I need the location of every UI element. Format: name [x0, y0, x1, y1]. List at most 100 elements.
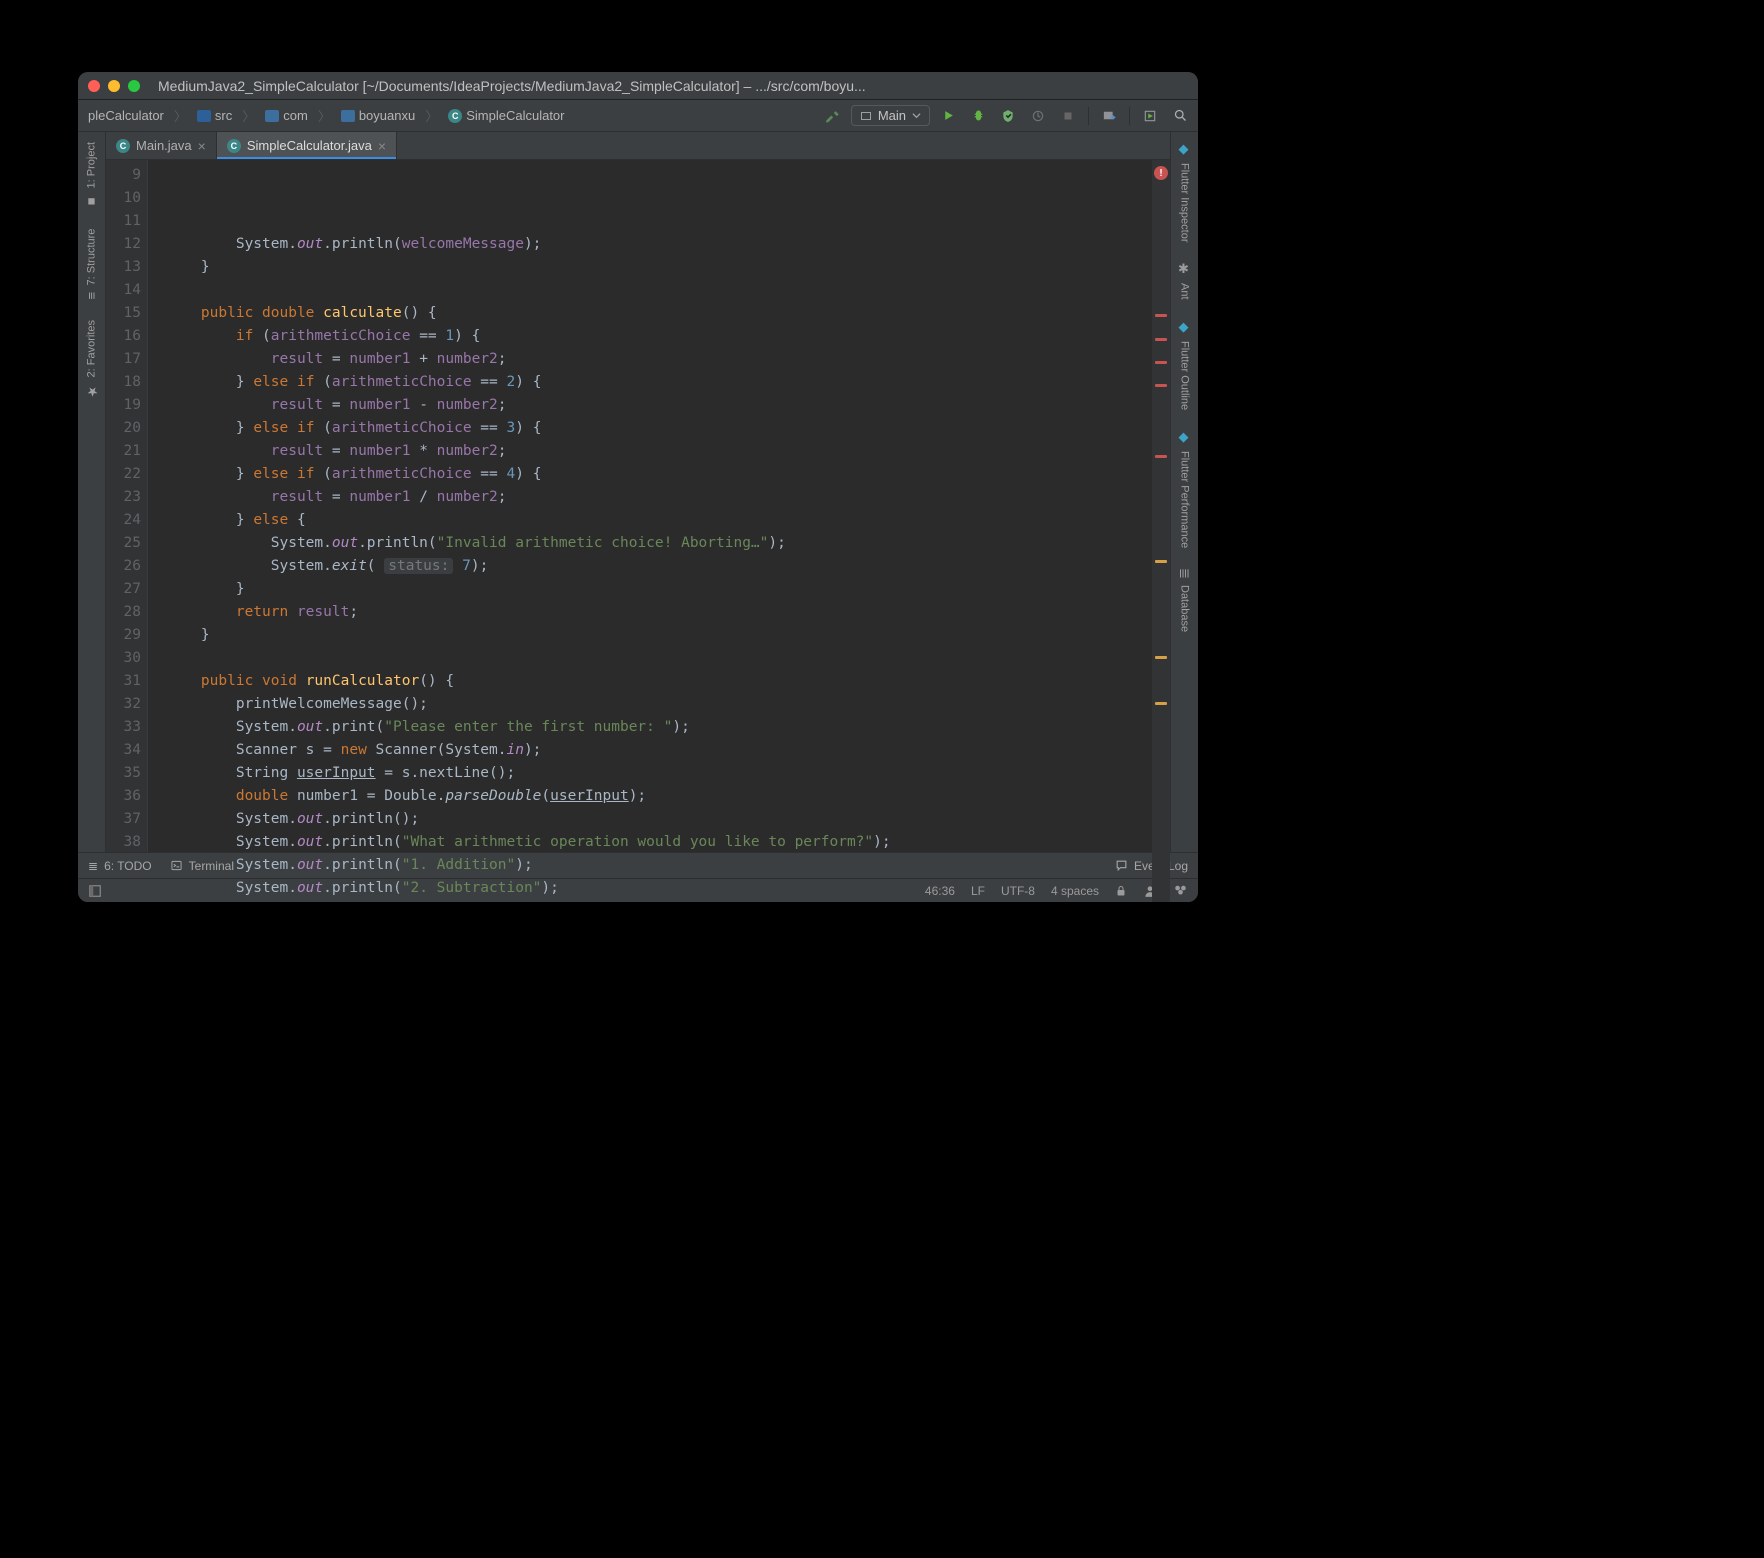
build-icon[interactable] [821, 104, 845, 128]
tool-window-button[interactable]: ★2: Favorites [80, 310, 103, 408]
todo-toolwindow-button[interactable]: ≣ 6: TODO [88, 859, 152, 873]
tool-window-button[interactable]: ◆Flutter Performance [1173, 420, 1196, 558]
error-mark[interactable] [1155, 455, 1167, 458]
class-icon: C [448, 109, 462, 123]
tool-window-button[interactable]: ◆Flutter Inspector [1173, 132, 1196, 252]
tool-window-button[interactable]: ✱Ant [1173, 252, 1196, 310]
code-line[interactable]: result = number1 + number2; [166, 348, 1138, 371]
code-line[interactable]: } else if (arithmeticChoice == 4) { [166, 463, 1138, 486]
code-line[interactable]: } else if (arithmeticChoice == 2) { [166, 371, 1138, 394]
editor-tab[interactable]: CMain.java× [106, 132, 217, 159]
code-line[interactable]: System.out.println("Invalid arithmetic c… [166, 532, 1138, 555]
tab-label: Main.java [136, 138, 192, 153]
code-line[interactable]: Scanner s = new Scanner(System.in); [166, 739, 1138, 762]
tool-label: Flutter Outline [1179, 341, 1191, 410]
code-line[interactable] [166, 647, 1138, 670]
chevron-down-icon [912, 111, 921, 120]
code-line[interactable]: result = number1 / number2; [166, 486, 1138, 509]
line-gutter: 9101112131415161718192021222324252627282… [106, 160, 148, 902]
line-number: 38 [106, 831, 141, 854]
code-line[interactable]: System.out.println("1. Addition"); [166, 854, 1138, 877]
ide-settings-icon[interactable] [1138, 104, 1162, 128]
tool-label: 2: Favorites [86, 320, 98, 377]
code-line[interactable]: return result; [166, 601, 1138, 624]
code-line[interactable]: } else if (arithmeticChoice == 3) { [166, 417, 1138, 440]
coverage-icon[interactable] [996, 104, 1020, 128]
profile-icon[interactable] [1026, 104, 1050, 128]
code-content[interactable]: System.out.println(welcomeMessage); } pu… [148, 160, 1152, 902]
close-icon[interactable] [88, 80, 100, 92]
code-line[interactable]: } else { [166, 509, 1138, 532]
breadcrumb-item[interactable]: com [259, 106, 314, 125]
close-icon[interactable]: × [378, 138, 386, 154]
run-icon[interactable] [936, 104, 960, 128]
breadcrumb-label: SimpleCalculator [466, 108, 564, 123]
line-number: 21 [106, 440, 141, 463]
breadcrumb-label: pleCalculator [88, 108, 164, 123]
breadcrumb-item[interactable]: C SimpleCalculator [442, 106, 570, 125]
maximize-icon[interactable] [128, 80, 140, 92]
code-line[interactable]: result = number1 - number2; [166, 394, 1138, 417]
code-line[interactable]: } [166, 256, 1138, 279]
line-number: 37 [106, 808, 141, 831]
tool-icon: ◆ [1177, 430, 1192, 445]
code-line[interactable]: } [166, 624, 1138, 647]
minimize-icon[interactable] [108, 80, 120, 92]
analysis-error-icon[interactable]: ! [1154, 166, 1168, 180]
tool-window-quick-access-icon[interactable] [88, 884, 102, 898]
code-line[interactable]: String userInput = s.nextLine(); [166, 762, 1138, 785]
error-mark[interactable] [1155, 314, 1167, 317]
tool-window-button[interactable]: ■1: Project [80, 132, 103, 219]
tool-window-button[interactable]: ◆Flutter Outline [1173, 310, 1196, 420]
error-mark[interactable] [1155, 338, 1167, 341]
folder-icon [265, 110, 279, 122]
tool-icon: ✱ [1177, 262, 1192, 277]
update-project-icon[interactable] [1097, 104, 1121, 128]
search-everywhere-icon[interactable] [1168, 104, 1192, 128]
editor-area: CMain.java×CSimpleCalculator.java× 91011… [106, 132, 1170, 902]
stop-icon[interactable] [1056, 104, 1080, 128]
editor-tabs: CMain.java×CSimpleCalculator.java× [106, 132, 1170, 160]
code-line[interactable]: System.out.println("2. Subtraction"); [166, 877, 1138, 900]
code-line[interactable]: if (arithmeticChoice == 1) { [166, 325, 1138, 348]
warning-mark[interactable] [1155, 656, 1167, 659]
tool-label: 1: Project [86, 142, 98, 188]
run-config-selector[interactable]: Main [851, 105, 930, 126]
debug-icon[interactable] [966, 104, 990, 128]
tool-icon: ◆ [1177, 142, 1192, 157]
code-line[interactable]: System.out.println(); [166, 808, 1138, 831]
code-line[interactable]: double number1 = Double.parseDouble(user… [166, 785, 1138, 808]
editor-tab[interactable]: CSimpleCalculator.java× [217, 132, 397, 159]
warning-mark[interactable] [1155, 560, 1167, 563]
error-mark[interactable] [1155, 361, 1167, 364]
code-line[interactable]: System.out.print("Please enter the first… [166, 716, 1138, 739]
breadcrumb-item[interactable]: boyuanxu [335, 106, 421, 125]
warning-mark[interactable] [1155, 702, 1167, 705]
code-line[interactable]: public void runCalculator() { [166, 670, 1138, 693]
code-line[interactable]: printWelcomeMessage(); [166, 693, 1138, 716]
line-number: 17 [106, 348, 141, 371]
code-line[interactable]: System.out.println("3. Multiplication"); [166, 900, 1138, 902]
code-line[interactable]: result = number1 * number2; [166, 440, 1138, 463]
line-number: 18 [106, 371, 141, 394]
ide-window: MediumJava2_SimpleCalculator [~/Document… [78, 72, 1198, 902]
code-line[interactable]: System.out.println("What arithmetic oper… [166, 831, 1138, 854]
tool-window-button[interactable]: ≡7: Structure [80, 219, 103, 309]
code-line[interactable] [166, 279, 1138, 302]
code-line[interactable]: } [166, 578, 1138, 601]
class-icon: C [227, 139, 241, 153]
error-mark[interactable] [1155, 384, 1167, 387]
code-line[interactable]: System.out.println(welcomeMessage); [166, 233, 1138, 256]
error-stripe[interactable]: ! [1152, 160, 1170, 902]
breadcrumb-label: src [215, 108, 232, 123]
tool-window-button[interactable]: ≣Database [1173, 558, 1196, 642]
settings-sync-icon[interactable] [1173, 884, 1188, 898]
breadcrumb: pleCalculator〉src〉com〉boyuanxu〉CSimpleCa… [78, 106, 821, 125]
code-line[interactable]: System.exit( status: 7); [166, 555, 1138, 578]
code-editor[interactable]: 9101112131415161718192021222324252627282… [106, 160, 1170, 902]
breadcrumb-item[interactable]: src [191, 106, 238, 125]
breadcrumb-item[interactable]: pleCalculator [82, 106, 170, 125]
breadcrumb-separator: 〉 [425, 106, 438, 125]
close-icon[interactable]: × [198, 138, 206, 154]
code-line[interactable]: public double calculate() { [166, 302, 1138, 325]
